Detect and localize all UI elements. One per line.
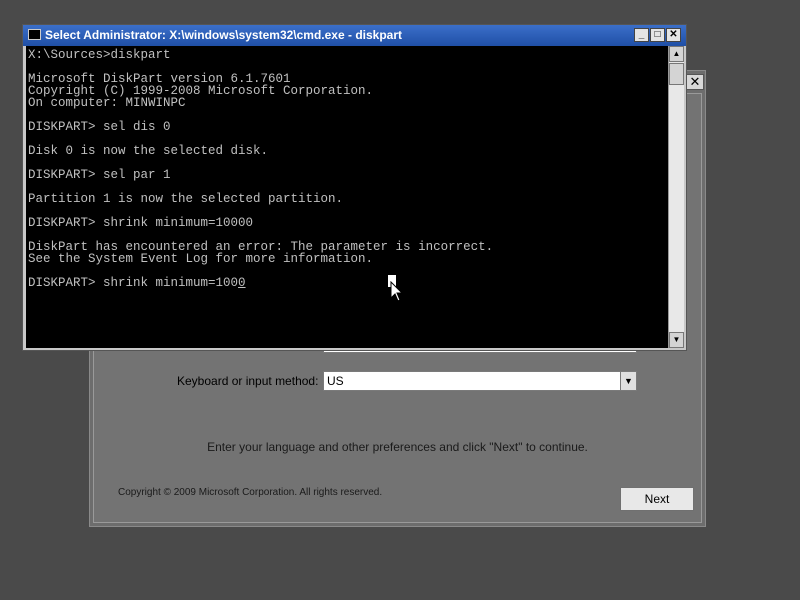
minimize-icon: _: [638, 29, 645, 40]
keyboard-select[interactable]: US ▼: [323, 371, 637, 391]
console-line: See the System Event Log for more inform…: [28, 252, 374, 266]
console-line: DISKPART> sel dis 0: [28, 120, 171, 134]
cmd-titlebar[interactable]: Select Administrator: X:\windows\system3…: [23, 25, 686, 46]
scroll-down-arrow-icon: ▼: [672, 335, 681, 344]
keyboard-label: Keyboard or input method:: [177, 374, 319, 388]
console-line: Partition 1 is now the selected partitio…: [28, 192, 344, 206]
maximize-button[interactable]: □: [650, 28, 665, 42]
console-line: Disk 0 is now the selected disk.: [28, 144, 269, 158]
scroll-up-button[interactable]: ▲: [669, 46, 684, 62]
cmd-window: Select Administrator: X:\windows\system3…: [22, 24, 687, 351]
minimize-button[interactable]: _: [634, 28, 649, 42]
scroll-up-arrow-icon: ▲: [672, 49, 681, 58]
console-output[interactable]: X:\Sources>diskpart Microsoft DiskPart v…: [26, 46, 668, 348]
next-button[interactable]: Next: [620, 487, 694, 511]
console-text: X:\Sources>diskpart Microsoft DiskPart v…: [26, 46, 668, 290]
vertical-scrollbar[interactable]: ▲ ▼: [668, 46, 684, 348]
console-line: DISKPART> shrink minimum=10000: [28, 216, 254, 230]
mouse-pointer-icon: [390, 281, 404, 302]
close-icon: ✕: [669, 29, 678, 40]
instructions-text: Enter your language and other preference…: [207, 440, 588, 454]
copyright-text: Copyright © 2009 Microsoft Corporation. …: [118, 487, 383, 498]
close-icon: ✕: [689, 74, 701, 89]
console-line: On computer: MINWINPC: [28, 96, 186, 110]
scrollbar-thumb[interactable]: [669, 63, 684, 85]
chevron-down-icon[interactable]: ▼: [620, 372, 636, 390]
scroll-down-button[interactable]: ▼: [669, 332, 684, 348]
close-button[interactable]: ✕: [666, 28, 681, 42]
setup-close-button[interactable]: ✕: [686, 74, 704, 90]
text-cursor: 0: [238, 276, 246, 290]
maximize-icon: □: [654, 29, 661, 40]
keyboard-select-value: US: [327, 374, 344, 388]
console-history: X:\Sources>diskpart Microsoft DiskPart v…: [28, 48, 493, 266]
current-command: DISKPART> shrink minimum=100: [28, 276, 239, 290]
console-line: DISKPART> sel par 1: [28, 168, 171, 182]
cmd-title: Select Administrator: X:\windows\system3…: [45, 28, 402, 42]
console-line: X:\Sources>diskpart: [28, 48, 171, 62]
console-icon: [28, 29, 41, 40]
